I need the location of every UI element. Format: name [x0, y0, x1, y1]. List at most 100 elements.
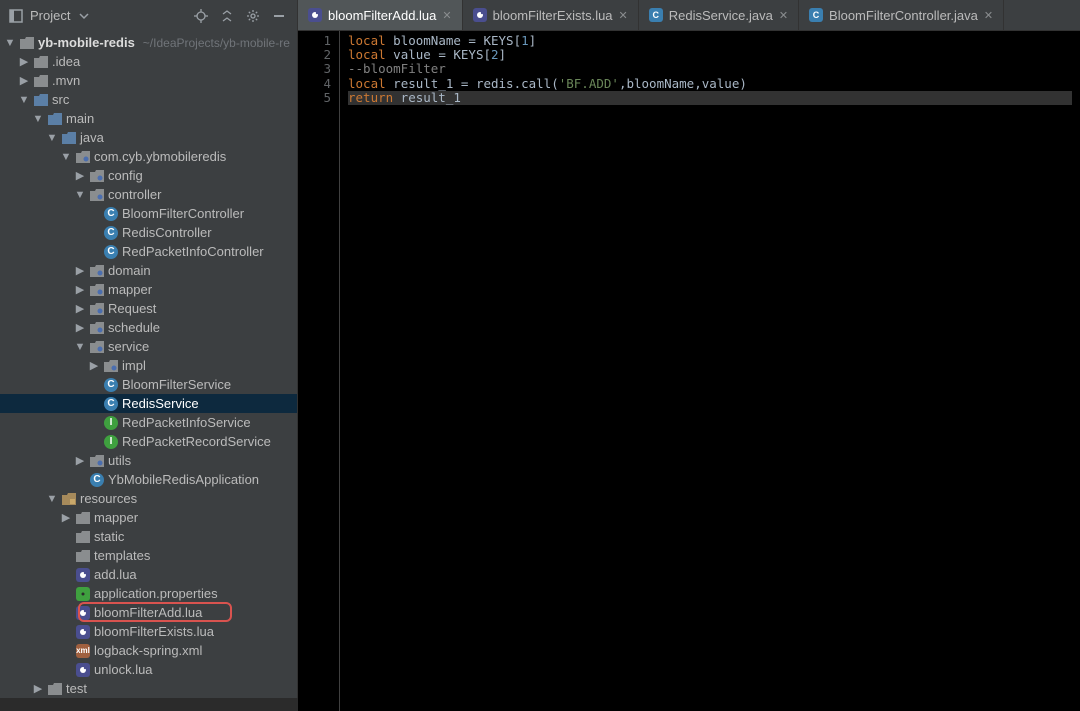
tree-label: templates	[94, 548, 150, 563]
tree-item[interactable]: ▶ utils	[0, 451, 297, 470]
tree-arrow-icon[interactable]: ▼	[18, 94, 30, 106]
tree-item[interactable]: ▼src	[0, 90, 297, 109]
tree-item[interactable]: ▼java	[0, 128, 297, 147]
tree-item[interactable]: ▶ schedule	[0, 318, 297, 337]
tree-item[interactable]: application.properties	[0, 584, 297, 603]
interface-icon: I	[104, 435, 118, 449]
tree-arrow-icon[interactable]: ▶	[74, 283, 86, 296]
class-icon: C	[104, 397, 118, 411]
editor-tab[interactable]: CBloomFilterController.java✕	[799, 0, 1004, 30]
tree-arrow-icon[interactable]: ▶	[18, 74, 30, 87]
tree-item[interactable]: ▶ impl	[0, 356, 297, 375]
tree-arrow-icon[interactable]: ▶	[74, 169, 86, 182]
editor-tab[interactable]: bloomFilterAdd.lua✕	[298, 0, 463, 30]
tree-item[interactable]: ▶ .mvn	[0, 71, 297, 90]
close-tab-icon[interactable]: ✕	[779, 9, 788, 22]
tree-item[interactable]: ▶Request	[0, 299, 297, 318]
tree-arrow-icon[interactable]: ▼	[32, 113, 44, 125]
tree-label: RedPacketRecordService	[122, 434, 271, 449]
tree-item[interactable]: CYbMobileRedisApplication	[0, 470, 297, 489]
tree-item[interactable]: I RedPacketRecordService	[0, 432, 297, 451]
tree-arrow-icon[interactable]: ▼	[74, 341, 86, 353]
code-line[interactable]: local value = KEYS[2]	[348, 48, 1072, 62]
java-file-icon: C	[809, 8, 823, 22]
tree-arrow-icon[interactable]: ▶	[74, 454, 86, 467]
tree-item[interactable]: C RedisService	[0, 394, 297, 413]
editor-tab[interactable]: CRedisService.java✕	[639, 0, 799, 30]
tree-arrow-icon[interactable]: ▶	[74, 302, 86, 315]
tree-arrow-icon[interactable]: ▶	[32, 682, 44, 695]
folder-icon	[48, 112, 62, 126]
code-editor[interactable]: 12345 local bloomName = KEYS[1]local val…	[298, 31, 1080, 711]
tree-label: impl	[122, 358, 146, 373]
tree-item[interactable]: ▶.idea	[0, 52, 297, 71]
tree-label: RedisController	[122, 225, 212, 240]
close-tab-icon[interactable]: ✕	[984, 9, 993, 22]
tree-label: RedisService	[122, 396, 199, 411]
tree-label: BloomFilterService	[122, 377, 231, 392]
tree-label: bloomFilterAdd.lua	[94, 605, 202, 620]
tree-item[interactable]: CBloomFilterController	[0, 204, 297, 223]
tree-arrow-icon[interactable]: ▶	[74, 264, 86, 277]
tree-arrow-icon[interactable]: ▶	[88, 359, 100, 372]
code-line[interactable]: return result_1	[348, 91, 1072, 105]
tree-arrow-icon[interactable]: ▼	[46, 493, 58, 505]
folder-icon	[62, 131, 76, 145]
project-tree[interactable]: ▼ yb-mobile-redis ~/IdeaProjects/yb-mobi…	[0, 31, 298, 698]
tree-item[interactable]: add.lua	[0, 565, 297, 584]
tree-arrow-icon[interactable]: ▶	[74, 321, 86, 334]
folder-icon	[34, 93, 48, 107]
chevron-down-icon[interactable]	[76, 8, 92, 24]
tree-arrow-icon[interactable]: ▼	[46, 132, 58, 144]
code-line[interactable]: local result_1 = redis.call('BF.ADD',blo…	[348, 77, 1072, 91]
tree-label: schedule	[108, 320, 160, 335]
tree-item[interactable]: ▼ controller	[0, 185, 297, 204]
tree-item[interactable]: ▼com.cyb.ybmobileredis	[0, 147, 297, 166]
lua-file-icon	[308, 8, 322, 22]
tree-item[interactable]: CBloomFilterService	[0, 375, 297, 394]
tree-item[interactable]: IRedPacketInfoService	[0, 413, 297, 432]
tree-item[interactable]: ▶mapper	[0, 508, 297, 527]
code-line[interactable]: local bloomName = KEYS[1]	[348, 34, 1072, 48]
tree-item[interactable]: templates	[0, 546, 297, 565]
tree-item[interactable]: C RedPacketInfoController	[0, 242, 297, 261]
tree-item[interactable]: ▶mapper	[0, 280, 297, 299]
java-file-icon: C	[649, 8, 663, 22]
tree-item[interactable]: ▼resources	[0, 489, 297, 508]
tree-arrow-icon[interactable]: ▶	[18, 55, 30, 68]
tree-item[interactable]: static	[0, 527, 297, 546]
collapse-all-icon[interactable]	[217, 6, 237, 26]
tree-label: static	[94, 529, 124, 544]
gear-icon[interactable]	[243, 6, 263, 26]
tree-arrow-icon[interactable]: ▶	[60, 511, 72, 524]
editor-gutter: 12345	[298, 31, 340, 711]
package-icon	[104, 359, 118, 373]
tree-arrow-icon[interactable]: ▼	[74, 189, 86, 201]
close-tab-icon[interactable]: ✕	[619, 9, 628, 22]
editor-content[interactable]: local bloomName = KEYS[1]local value = K…	[340, 31, 1080, 711]
tree-item[interactable]: ▶config	[0, 166, 297, 185]
tree-item[interactable]: ▼main	[0, 109, 297, 128]
tree-root[interactable]: ▼ yb-mobile-redis ~/IdeaProjects/yb-mobi…	[0, 33, 297, 52]
tree-item[interactable]: ▶domain	[0, 261, 297, 280]
tree-label: utils	[108, 453, 131, 468]
editor-tab[interactable]: bloomFilterExists.lua✕	[463, 0, 639, 30]
tree-item[interactable]: ▼service	[0, 337, 297, 356]
tree-item[interactable]: unlock.lua	[0, 660, 297, 679]
tree-item[interactable]: CRedisController	[0, 223, 297, 242]
hide-icon[interactable]	[269, 6, 289, 26]
tree-label: logback-spring.xml	[94, 643, 202, 658]
close-tab-icon[interactable]: ✕	[442, 9, 451, 22]
code-line[interactable]: --bloomFilter	[348, 62, 1072, 76]
tree-label: .mvn	[52, 73, 80, 88]
tree-item[interactable]: bloomFilterAdd.lua	[0, 603, 297, 622]
tree-label: controller	[108, 187, 161, 202]
tree-item[interactable]: ▶test	[0, 679, 297, 698]
tree-item[interactable]: xmllogback-spring.xml	[0, 641, 297, 660]
locate-icon[interactable]	[191, 6, 211, 26]
class-icon: C	[104, 245, 118, 259]
interface-icon: I	[104, 416, 118, 430]
tree-label: RedPacketInfoController	[122, 244, 264, 259]
tree-item[interactable]: bloomFilterExists.lua	[0, 622, 297, 641]
tree-arrow-icon[interactable]: ▼	[60, 151, 72, 163]
